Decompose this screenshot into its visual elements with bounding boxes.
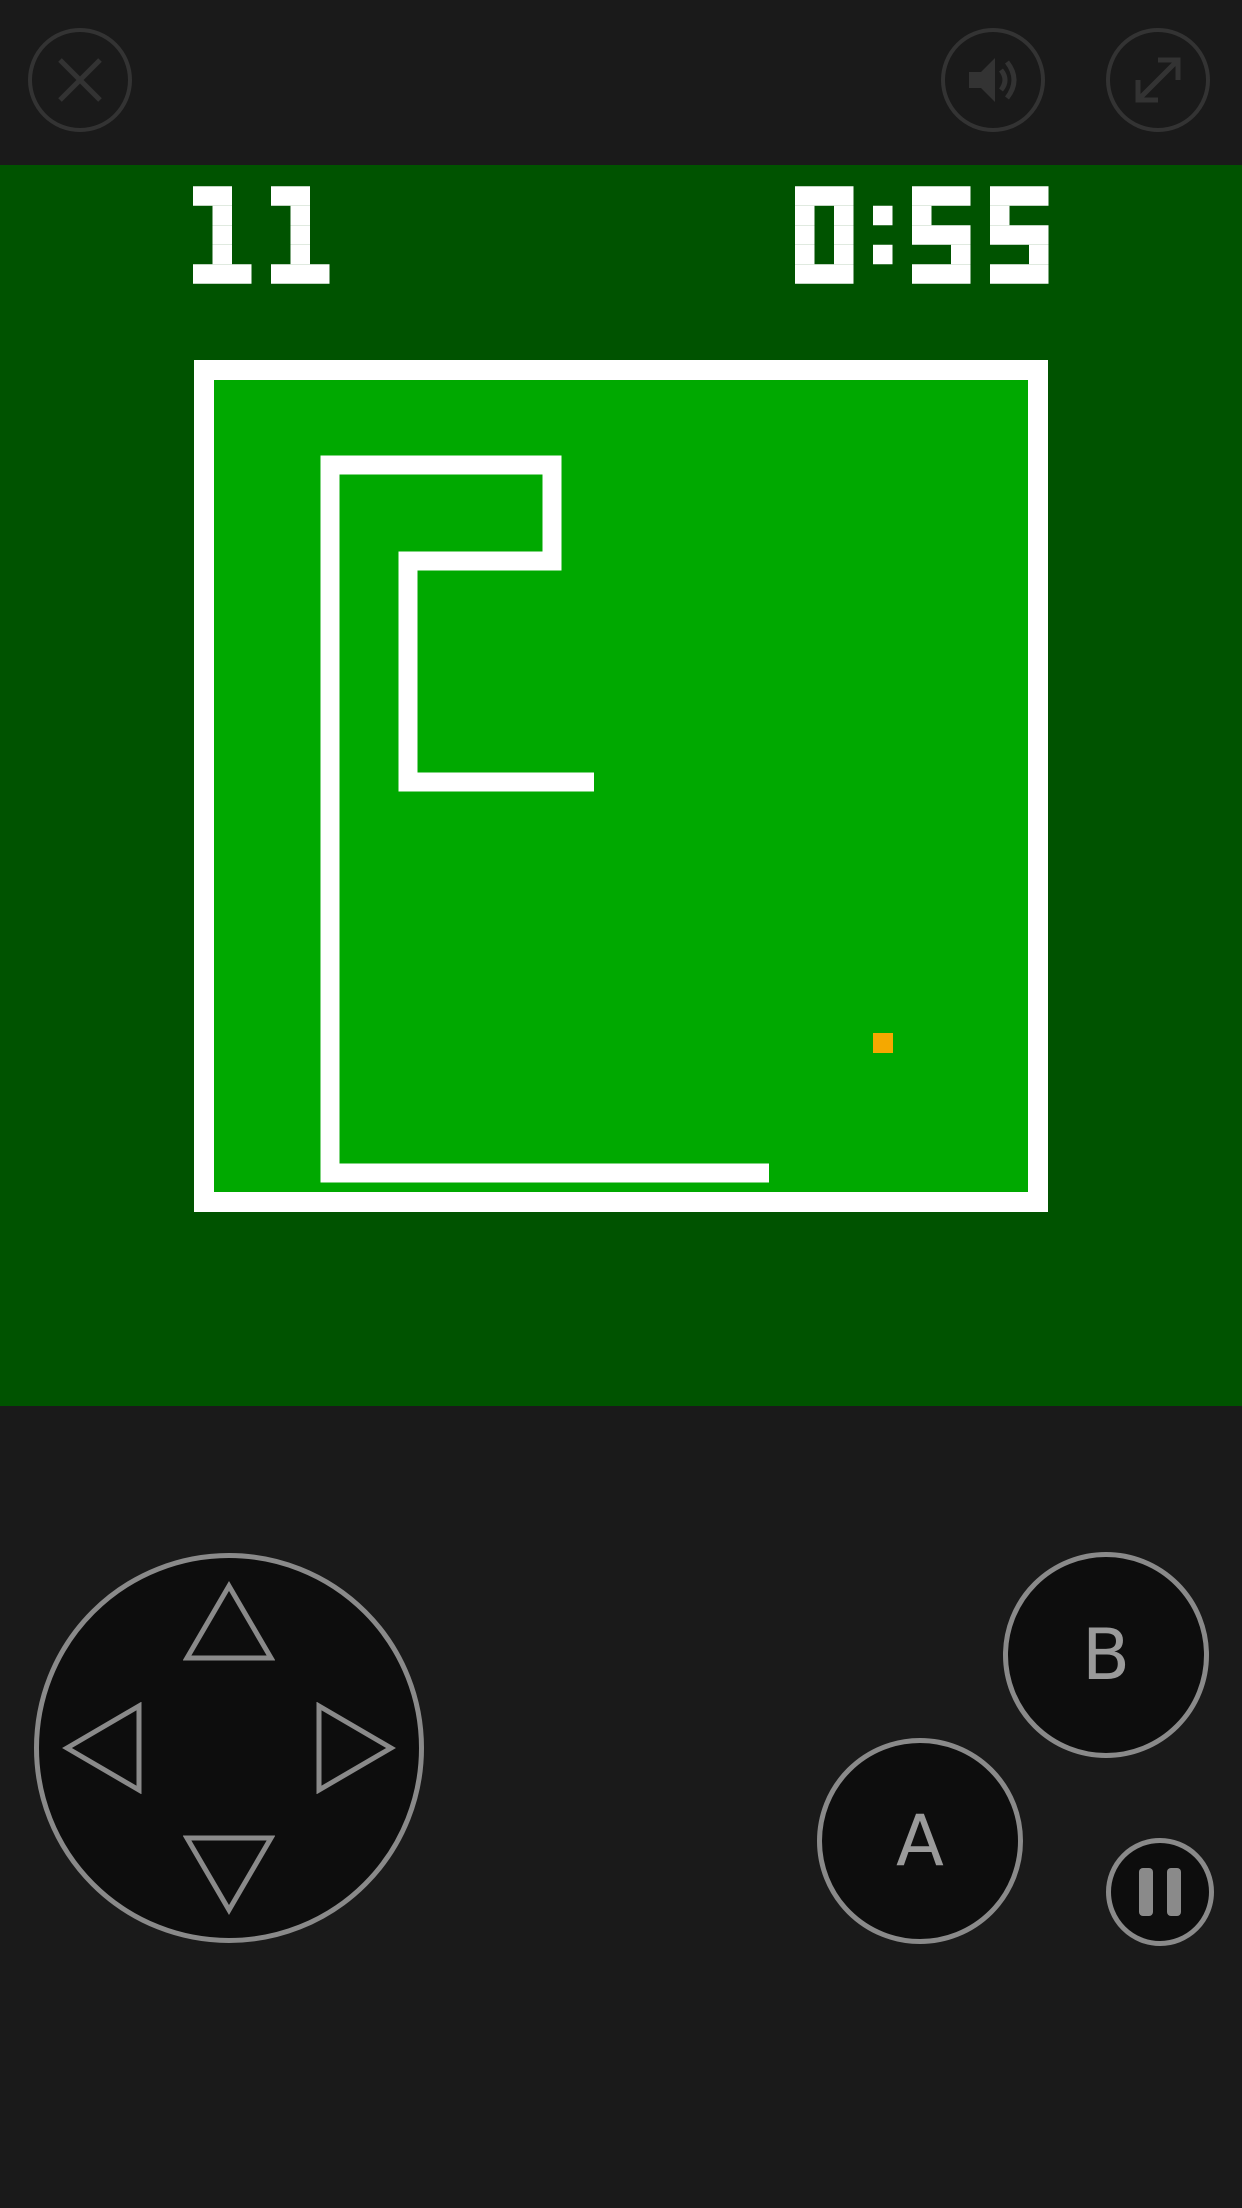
pixel — [1029, 264, 1049, 284]
dpad-right-button[interactable] — [307, 1702, 399, 1794]
pixel — [873, 205, 893, 226]
top-bar — [0, 0, 1242, 165]
pixel — [1029, 186, 1049, 206]
pixel — [951, 186, 971, 206]
pause-button[interactable] — [1106, 1838, 1214, 1946]
pixel — [931, 186, 951, 206]
speaker-icon — [969, 58, 1017, 102]
game-screen — [0, 165, 1242, 1406]
pixel — [1009, 186, 1029, 206]
pixel — [193, 264, 213, 284]
pixel — [990, 225, 1010, 245]
b-button[interactable]: B — [1003, 1552, 1209, 1758]
pixel — [290, 225, 310, 245]
pixel — [990, 264, 1010, 284]
close-icon — [58, 58, 102, 102]
pixel — [795, 244, 815, 265]
pixel — [931, 225, 951, 245]
pixel — [795, 225, 815, 245]
a-button[interactable]: A — [817, 1738, 1023, 1944]
pixel — [834, 264, 854, 284]
pixel — [232, 264, 252, 284]
sound-button[interactable] — [941, 28, 1045, 132]
pixel — [795, 264, 815, 284]
triangle-right-icon — [316, 1702, 396, 1794]
pixel — [290, 205, 310, 226]
pixel — [1009, 225, 1029, 245]
timer-digits — [795, 186, 1049, 284]
play-area — [194, 360, 1048, 1212]
pixel — [290, 244, 310, 265]
pixel — [310, 264, 330, 284]
pixel — [834, 225, 854, 245]
triangle-up-icon — [183, 1581, 275, 1661]
pixel — [795, 186, 815, 206]
pixel — [795, 205, 815, 226]
pixel — [290, 186, 310, 206]
pixel — [912, 225, 932, 245]
pixel — [271, 186, 291, 206]
pixel — [912, 186, 932, 206]
pixel — [1009, 264, 1029, 284]
pixel — [290, 264, 310, 284]
food-pellet — [873, 1033, 893, 1053]
pause-icon — [1132, 1868, 1188, 1916]
pixel — [990, 186, 1010, 206]
score-display — [193, 185, 330, 285]
pixel — [212, 244, 232, 265]
expand-icon — [1135, 57, 1181, 103]
pixel — [271, 264, 291, 284]
pixel — [814, 264, 834, 284]
a-button-label: A — [896, 1800, 944, 1882]
triangle-left-icon — [62, 1702, 142, 1794]
pixel — [912, 205, 932, 226]
pixel — [814, 186, 834, 206]
pixel — [834, 205, 854, 226]
dpad-down-button[interactable] — [183, 1826, 275, 1918]
controller-area: B A — [0, 1406, 1242, 2208]
pixel — [1029, 244, 1049, 265]
pixel — [834, 244, 854, 265]
dpad-up-button[interactable] — [183, 1578, 275, 1670]
pixel — [1029, 225, 1049, 245]
pixel — [212, 225, 232, 245]
game-field — [194, 360, 1048, 1212]
pixel — [212, 264, 232, 284]
pixel — [912, 264, 932, 284]
pixel — [834, 186, 854, 206]
triangle-down-icon — [183, 1835, 275, 1915]
pixel — [951, 264, 971, 284]
dpad-left-button[interactable] — [59, 1702, 151, 1794]
timer-display — [795, 185, 1049, 285]
pixel — [212, 186, 232, 206]
pixel — [951, 225, 971, 245]
pixel — [990, 205, 1010, 226]
pixel — [931, 264, 951, 284]
pixel — [873, 244, 893, 265]
b-button-label: B — [1081, 1614, 1131, 1696]
pixel — [212, 205, 232, 226]
dpad[interactable] — [34, 1553, 424, 1943]
fullscreen-button[interactable] — [1106, 28, 1210, 132]
pixel — [193, 186, 213, 206]
close-button[interactable] — [28, 28, 132, 132]
pixel — [951, 244, 971, 265]
score-digits — [193, 186, 330, 284]
